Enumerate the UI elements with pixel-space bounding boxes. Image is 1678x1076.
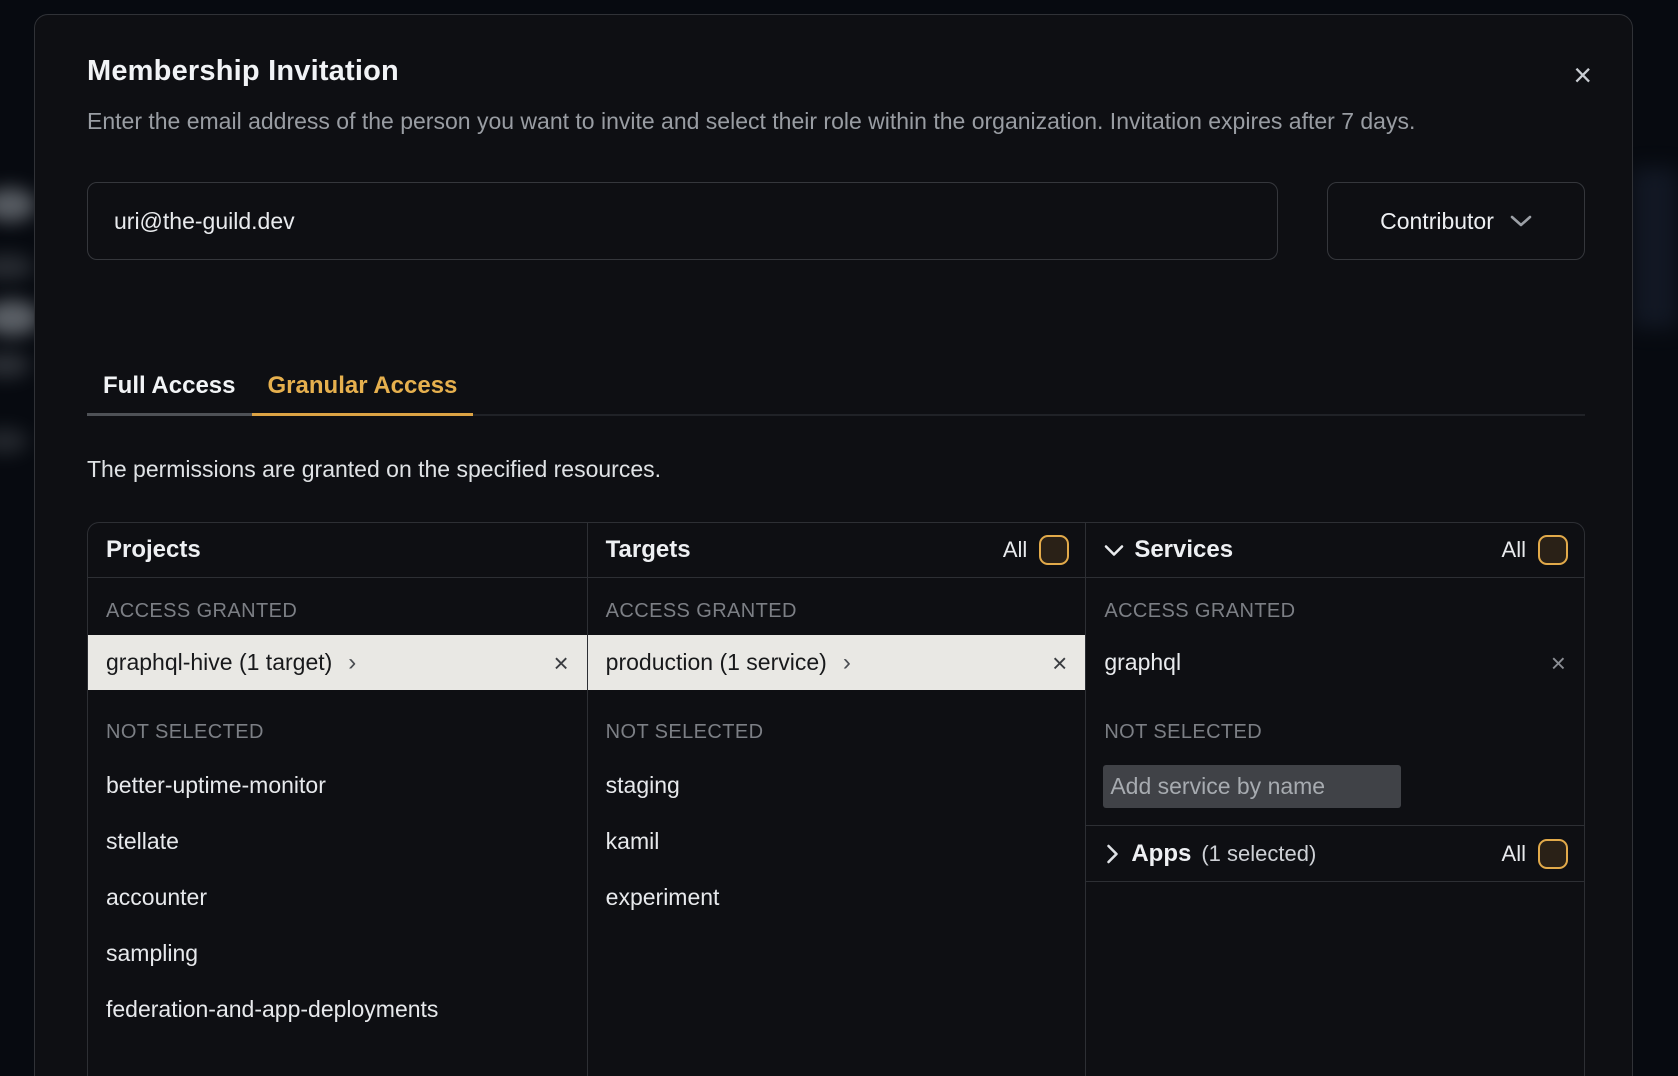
targets-column-title: Targets bbox=[606, 536, 691, 564]
project-list-item[interactable]: stellate bbox=[88, 813, 587, 869]
close-icon[interactable]: × bbox=[1573, 59, 1592, 91]
apps-all-checkbox[interactable] bbox=[1538, 839, 1568, 869]
dialog-title: Membership Invitation bbox=[87, 55, 1585, 88]
projects-column-header: Projects bbox=[88, 523, 587, 578]
apps-selected-count: (1 selected) bbox=[1201, 841, 1316, 867]
projects-column: Projects ACCESS GRANTED graphql-hive (1 … bbox=[88, 523, 587, 1076]
remove-project-icon[interactable]: × bbox=[553, 650, 568, 676]
granted-service-row[interactable]: graphql × bbox=[1086, 635, 1584, 690]
backdrop-blur-blob bbox=[0, 352, 30, 378]
chevron-right-icon: › bbox=[843, 651, 851, 675]
granted-target-name: production (1 service) bbox=[606, 649, 827, 676]
services-column-header[interactable]: Services All bbox=[1086, 523, 1584, 578]
access-granted-label: ACCESS GRANTED bbox=[1086, 596, 1584, 626]
projects-column-title: Projects bbox=[106, 536, 201, 564]
projects-not-selected-list: better-uptime-monitor stellate accounter… bbox=[88, 757, 587, 1037]
granted-target-row[interactable]: production (1 service) › × bbox=[588, 635, 1086, 690]
target-list-item[interactable]: kamil bbox=[588, 813, 1086, 869]
services-column-title: Services bbox=[1134, 536, 1233, 564]
services-column-body: ACCESS GRANTED graphql × NOT SELECTED Ap… bbox=[1086, 578, 1584, 882]
project-list-item[interactable]: sampling bbox=[88, 925, 587, 981]
tab-granular-access[interactable]: Granular Access bbox=[252, 372, 474, 416]
apps-all-label: All bbox=[1502, 841, 1526, 867]
backdrop-blur-blob bbox=[0, 254, 34, 280]
membership-invitation-dialog: × Membership Invitation Enter the email … bbox=[34, 14, 1633, 1076]
role-select[interactable]: Contributor bbox=[1327, 182, 1585, 260]
remove-service-icon[interactable]: × bbox=[1551, 650, 1566, 676]
permissions-note: The permissions are granted on the speci… bbox=[87, 456, 1585, 483]
services-all-checkbox[interactable] bbox=[1538, 535, 1568, 565]
targets-column: Targets All ACCESS GRANTED production (1… bbox=[587, 523, 1086, 1076]
chevron-right-icon: › bbox=[348, 651, 356, 675]
project-list-item[interactable]: federation-and-app-deployments bbox=[88, 981, 587, 1037]
access-granted-label: ACCESS GRANTED bbox=[88, 596, 587, 626]
targets-all-checkbox[interactable] bbox=[1039, 535, 1069, 565]
backdrop-glow bbox=[1632, 168, 1678, 328]
targets-not-selected-list: staging kamil experiment bbox=[588, 757, 1086, 925]
granted-project-row[interactable]: graphql-hive (1 target) › × bbox=[88, 635, 587, 690]
granted-project-name: graphql-hive (1 target) bbox=[106, 649, 332, 676]
target-list-item[interactable]: experiment bbox=[588, 869, 1086, 925]
not-selected-label: NOT SELECTED bbox=[588, 717, 1086, 747]
dialog-description: Enter the email address of the person yo… bbox=[87, 102, 1585, 140]
project-list-item[interactable]: accounter bbox=[88, 869, 587, 925]
not-selected-label: NOT SELECTED bbox=[88, 717, 587, 747]
targets-column-header: Targets All bbox=[588, 523, 1086, 578]
targets-all-label: All bbox=[1003, 537, 1027, 563]
invite-email-input[interactable] bbox=[87, 182, 1278, 260]
not-selected-label: NOT SELECTED bbox=[1086, 717, 1584, 747]
access-granted-label: ACCESS GRANTED bbox=[588, 596, 1086, 626]
targets-column-body: ACCESS GRANTED production (1 service) › … bbox=[588, 578, 1086, 925]
invite-form-row: Contributor bbox=[87, 182, 1585, 260]
granted-service-name: graphql bbox=[1104, 649, 1181, 676]
tab-full-access[interactable]: Full Access bbox=[87, 372, 252, 416]
chevron-down-icon bbox=[1510, 214, 1532, 228]
project-list-item[interactable]: better-uptime-monitor bbox=[88, 757, 587, 813]
role-select-value: Contributor bbox=[1380, 208, 1494, 235]
chevron-down-icon bbox=[1104, 544, 1124, 557]
chevron-right-icon bbox=[1106, 844, 1119, 864]
apps-section-title: Apps bbox=[1131, 840, 1191, 868]
backdrop-blur-blob bbox=[0, 188, 36, 222]
services-all-group: All bbox=[1502, 535, 1568, 565]
add-service-input[interactable] bbox=[1103, 765, 1401, 808]
services-all-label: All bbox=[1502, 537, 1526, 563]
resources-panel: Projects ACCESS GRANTED graphql-hive (1 … bbox=[87, 522, 1585, 1076]
access-tabs: Full Access Granular Access bbox=[87, 372, 1585, 416]
projects-column-body: ACCESS GRANTED graphql-hive (1 target) ›… bbox=[88, 578, 587, 1037]
target-list-item[interactable]: staging bbox=[588, 757, 1086, 813]
remove-target-icon[interactable]: × bbox=[1052, 650, 1067, 676]
services-column: Services All ACCESS GRANTED graphql × NO… bbox=[1085, 523, 1584, 1076]
apps-all-group: All bbox=[1502, 839, 1568, 869]
apps-section-row[interactable]: Apps (1 selected) All bbox=[1086, 825, 1584, 882]
backdrop-blur-blob bbox=[0, 428, 28, 454]
targets-all-group: All bbox=[1003, 535, 1069, 565]
